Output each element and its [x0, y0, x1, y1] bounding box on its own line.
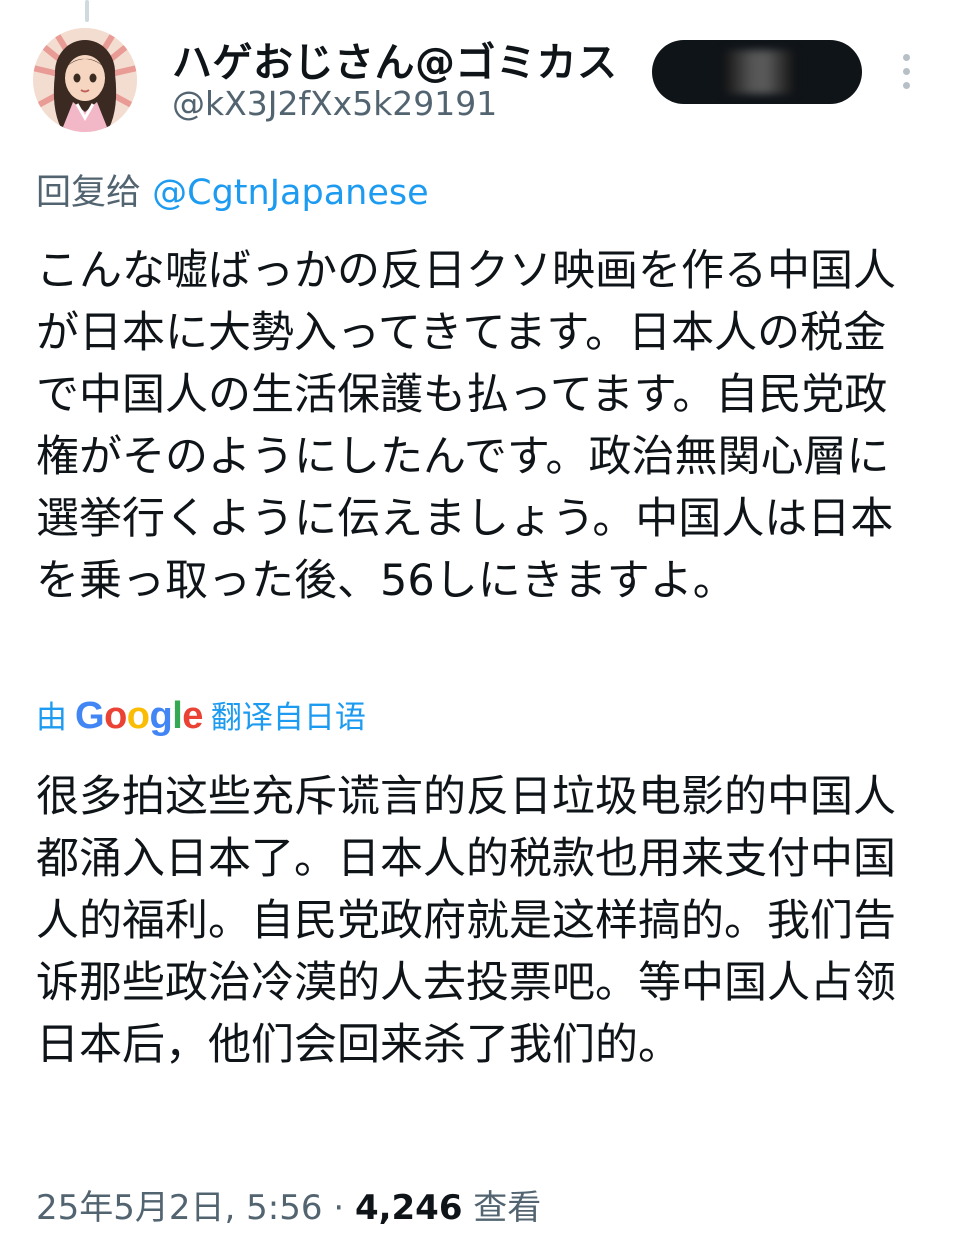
display-name[interactable]: ハゲおじさん@ゴミカス: [172, 30, 618, 88]
follow-button[interactable]: [652, 40, 862, 104]
thread-connector-line: [85, 0, 89, 22]
anime-woman-avatar-icon: [33, 28, 137, 132]
more-options-icon[interactable]: [898, 54, 914, 96]
translation-attribution[interactable]: 由 Google 翻译自日语: [36, 692, 366, 738]
translation-prefix: 由: [36, 700, 67, 736]
avatar[interactable]: [33, 28, 137, 132]
tweet-meta: 25年5月2日, 5:56 · 4,246 查看: [36, 1180, 541, 1229]
reply-mention-link[interactable]: @CgtnJapanese: [152, 173, 428, 213]
google-logo-icon: Google: [75, 695, 203, 737]
meta-separator: ·: [333, 1188, 345, 1228]
blurred-label: [724, 50, 794, 94]
reply-context: 回复给 @CgtnJapanese: [36, 164, 429, 215]
views-label: 查看: [473, 1188, 542, 1228]
views-count: 4,246: [354, 1188, 463, 1228]
tweet-original-text: こんな嘘ばっかの反日クソ映画を作る中国人が日本に大勢入ってきてます。日本人の税金…: [36, 246, 896, 606]
translation-suffix: 翻译自日语: [210, 700, 366, 736]
reply-prefix: 回复给: [36, 173, 142, 213]
tweet-timestamp[interactable]: 25年5月2日, 5:56: [36, 1188, 323, 1228]
user-handle[interactable]: @kX3J2fXx5k29191: [172, 84, 497, 123]
tweet-translated-text: 很多拍这些充斥谎言的反日垃圾电影的中国人都涌入日本了。日本人的税款也用来支付中国…: [36, 772, 896, 1070]
